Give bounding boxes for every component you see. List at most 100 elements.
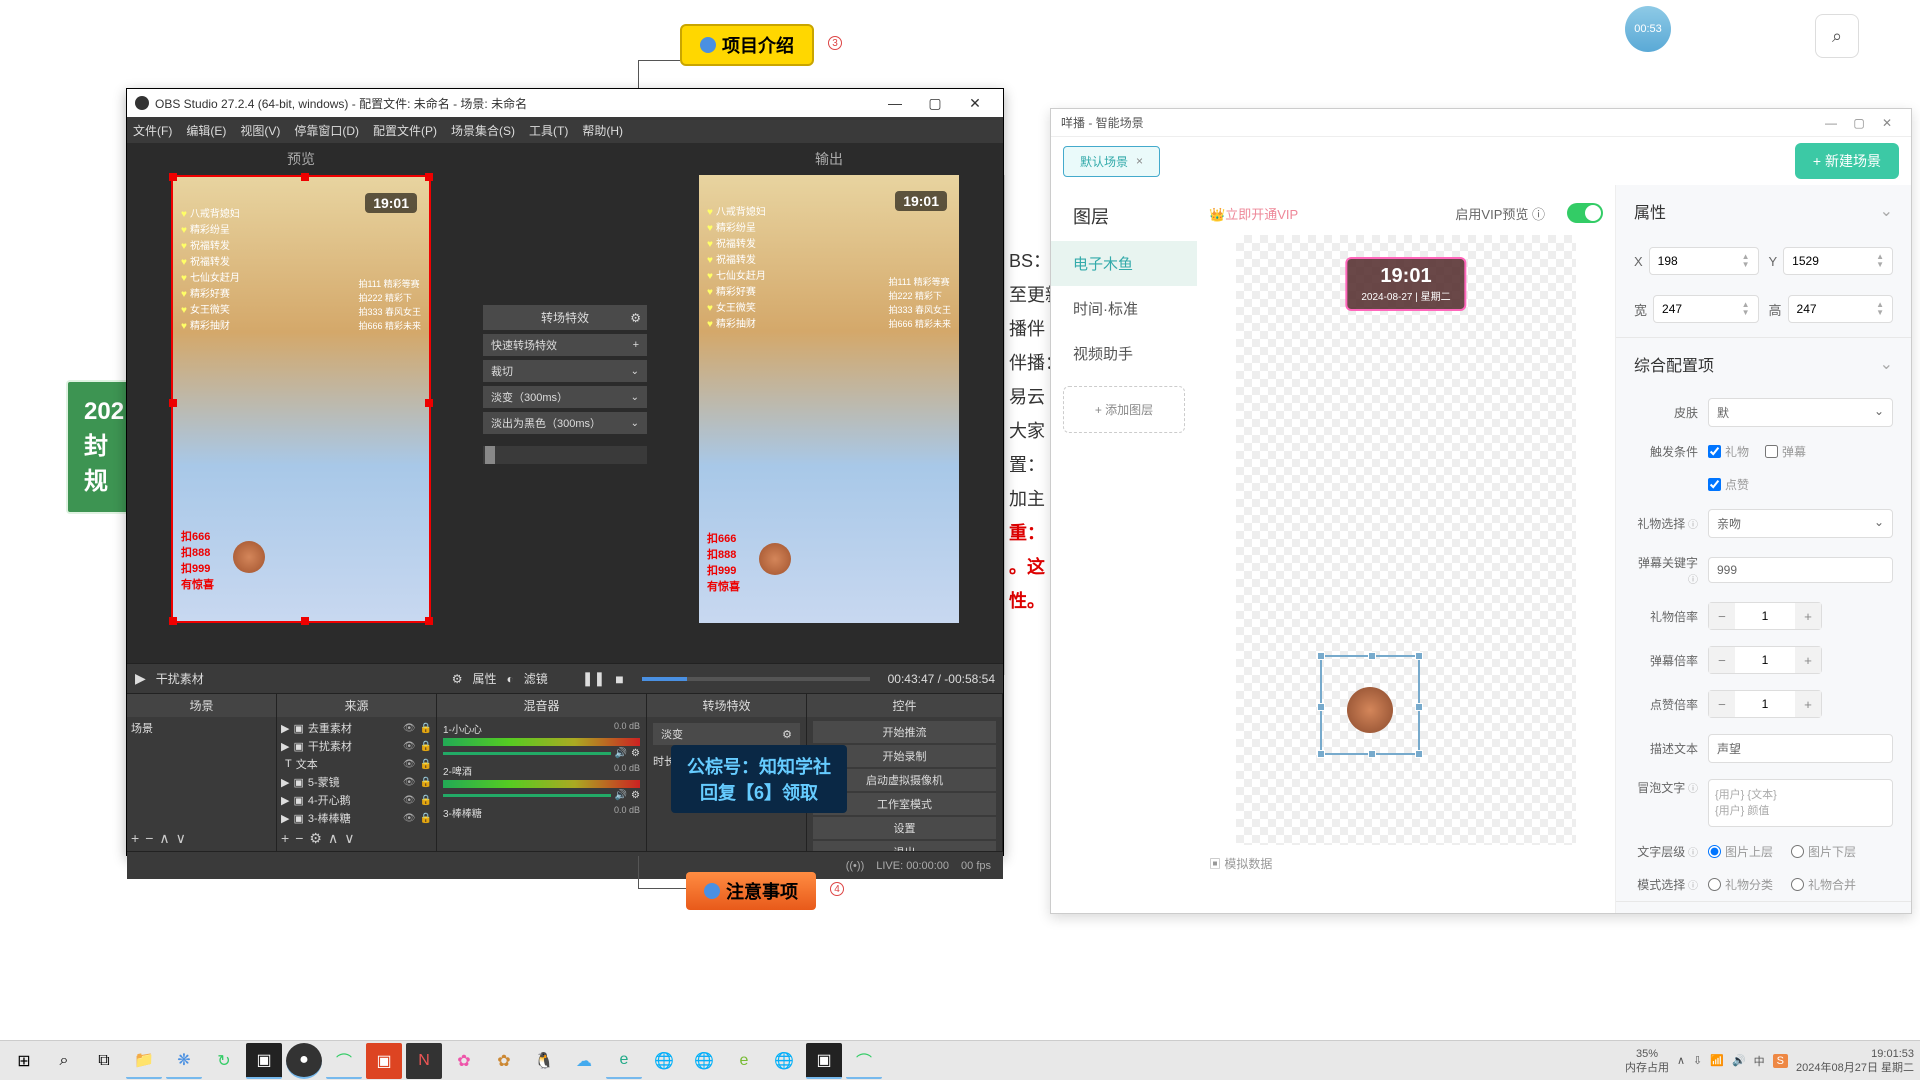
time-widget[interactable]: 19:01 2024-08-27 | 星期二	[1345, 257, 1466, 311]
source-item[interactable]: ▶▣3-棒棒糖👁🔒	[279, 809, 434, 826]
browser-icon[interactable]: 🌐	[766, 1043, 802, 1079]
width-input[interactable]: 247▲▼	[1653, 295, 1758, 323]
scene-item[interactable]: 场景	[129, 719, 274, 737]
source-item[interactable]: T文本👁🔒	[279, 755, 434, 773]
maximize-button[interactable]: ▢	[1845, 116, 1873, 130]
preview-canvas[interactable]: 19:01 八戒背媳妇精彩纷呈 祝福转发祝福转发 七仙女赶月精彩好赛 女王微笑精…	[171, 175, 431, 623]
down-icon[interactable]: ∨	[344, 830, 354, 847]
app-icon[interactable]: ▣	[806, 1043, 842, 1079]
menu-help[interactable]: 帮助(H)	[582, 122, 623, 139]
fade-dropdown[interactable]: 淡变（300ms）⌄	[483, 386, 647, 408]
gift-checkbox[interactable]: 礼物	[1708, 443, 1749, 460]
exit-button[interactable]: 退出	[813, 841, 996, 851]
height-input[interactable]: 247▲▼	[1788, 295, 1893, 323]
scene-tab[interactable]: 默认场景 ×	[1063, 146, 1160, 177]
menu-tools[interactable]: 工具(T)	[529, 122, 568, 139]
increment-button[interactable]: +	[1795, 691, 1821, 717]
source-item[interactable]: ▶▣4-开心鹅👁🔒	[279, 791, 434, 809]
minimize-button[interactable]: —	[875, 95, 915, 111]
playback-progress[interactable]	[642, 677, 870, 681]
increment-button[interactable]: +	[1795, 603, 1821, 629]
minimize-button[interactable]: —	[1817, 116, 1845, 130]
danmu-mult-input[interactable]	[1735, 653, 1795, 667]
app-icon[interactable]: ☁	[566, 1043, 602, 1079]
quick-transition-row[interactable]: 快速转场特效+	[483, 334, 647, 356]
danmu-checkbox[interactable]: 弹幕	[1765, 443, 1806, 460]
speaker-icon[interactable]: 🔊	[615, 748, 627, 759]
play-icon[interactable]: ▶	[135, 670, 146, 687]
browser-icon[interactable]: 🌐	[646, 1043, 682, 1079]
volume-icon[interactable]: 🔊	[1732, 1054, 1746, 1067]
ime-icon[interactable]: 中	[1754, 1053, 1765, 1069]
gift-mult-input[interactable]	[1735, 609, 1795, 623]
transition-type-dropdown[interactable]: 淡变⚙	[653, 723, 800, 745]
decrement-button[interactable]: −	[1709, 647, 1735, 673]
transition-button[interactable]: 转场特效 ⚙	[483, 305, 647, 330]
gift-select[interactable]: 亲吻⌄	[1708, 509, 1893, 538]
vip-link[interactable]: 立即开通VIP	[1209, 204, 1298, 223]
volume-slider[interactable]	[443, 752, 611, 755]
remove-icon[interactable]: −	[145, 830, 153, 847]
fadeblack-dropdown[interactable]: 淡出为黑色（300ms）⌄	[483, 412, 647, 434]
x-input[interactable]: 198▲▼	[1649, 247, 1759, 275]
gear-icon[interactable]: ⚙	[630, 311, 641, 325]
mode-split-radio[interactable]: 礼物分类	[1708, 876, 1773, 893]
like-mult-stepper[interactable]: − +	[1708, 690, 1822, 718]
volume-slider[interactable]	[443, 794, 611, 797]
gear-icon[interactable]: ⚙	[631, 790, 640, 801]
config-header[interactable]: 综合配置项⌄	[1616, 338, 1911, 390]
ime-icon-2[interactable]: S	[1773, 1054, 1788, 1068]
edge-icon[interactable]: e	[606, 1043, 642, 1079]
decrement-button[interactable]: −	[1709, 603, 1735, 629]
search-button[interactable]: ⌕	[1815, 14, 1859, 58]
app-icon[interactable]: ✿	[486, 1043, 522, 1079]
up-icon[interactable]: ∧	[159, 830, 169, 847]
layer-below-radio[interactable]: 图片下层	[1791, 843, 1856, 860]
qq-icon[interactable]: 🐧	[526, 1043, 562, 1079]
filter-icon[interactable]: ◐	[506, 672, 513, 686]
mode-merge-radio[interactable]: 礼物合并	[1791, 876, 1856, 893]
close-icon[interactable]: ×	[1136, 154, 1143, 168]
add-layer-button[interactable]: + 添加图层	[1063, 386, 1185, 433]
menu-file[interactable]: 文件(F)	[133, 122, 172, 139]
app-icon[interactable]: ❋	[166, 1043, 202, 1079]
app-icon[interactable]: ▣	[366, 1043, 402, 1079]
memory-indicator[interactable]: 35%内存占用	[1625, 1047, 1669, 1075]
obs-taskbar-icon[interactable]: ●	[286, 1043, 322, 1079]
remove-icon[interactable]: −	[295, 830, 303, 847]
source-item[interactable]: ▶▣干扰素材👁🔒	[279, 737, 434, 755]
app-icon[interactable]: ⌒	[326, 1043, 362, 1079]
pause-icon[interactable]: ❚❚	[582, 670, 605, 687]
desc-input[interactable]: 声望	[1708, 734, 1893, 763]
filter-button[interactable]: 滤镜	[524, 670, 548, 687]
bubble-textarea[interactable]: {用户} {文本} {用户} 颜值	[1708, 779, 1893, 827]
like-checkbox[interactable]: 点赞	[1708, 476, 1749, 493]
explorer-icon[interactable]: 📁	[126, 1043, 162, 1079]
app-icon[interactable]: ✿	[446, 1043, 482, 1079]
speaker-icon[interactable]: 🔊	[615, 790, 627, 801]
clip-dropdown[interactable]: 裁切⌄	[483, 360, 647, 382]
start-stream-button[interactable]: 开始推流	[813, 721, 996, 743]
app-icon[interactable]: ▣	[246, 1043, 282, 1079]
new-scene-button[interactable]: + 新建场景	[1795, 143, 1899, 179]
maximize-button[interactable]: ▢	[915, 95, 955, 112]
layer-item-video[interactable]: 视频助手	[1051, 331, 1197, 376]
gear-icon[interactable]: ⚙	[631, 748, 640, 759]
y-input[interactable]: 1529▲▼	[1783, 247, 1893, 275]
transition-slider[interactable]	[483, 446, 647, 464]
menu-scenes[interactable]: 场景集合(S)	[451, 122, 515, 139]
plus-icon[interactable]: +	[633, 339, 639, 351]
down-icon[interactable]: ∨	[176, 830, 186, 847]
layer-item-woodfish[interactable]: 电子木鱼	[1051, 241, 1197, 286]
browser-icon[interactable]: 🌐	[686, 1043, 722, 1079]
menu-view[interactable]: 视图(V)	[240, 122, 280, 139]
tray-chevron-icon[interactable]: ∧	[1677, 1054, 1685, 1067]
taskview-icon[interactable]: ⧉	[86, 1043, 122, 1079]
stop-icon[interactable]: ■	[615, 671, 623, 687]
app-icon[interactable]: N	[406, 1043, 442, 1079]
source-item[interactable]: ▶▣5-蒙镜👁🔒	[279, 773, 434, 791]
scene-canvas[interactable]: 19:01 2024-08-27 | 星期二	[1236, 235, 1576, 845]
menu-edit[interactable]: 编辑(E)	[186, 122, 226, 139]
close-button[interactable]: ✕	[955, 95, 995, 112]
output-canvas[interactable]: 19:01 八戒背媳妇精彩纷呈 祝福转发祝福转发 七仙女赶月精彩好赛 女王微笑精…	[699, 175, 959, 623]
